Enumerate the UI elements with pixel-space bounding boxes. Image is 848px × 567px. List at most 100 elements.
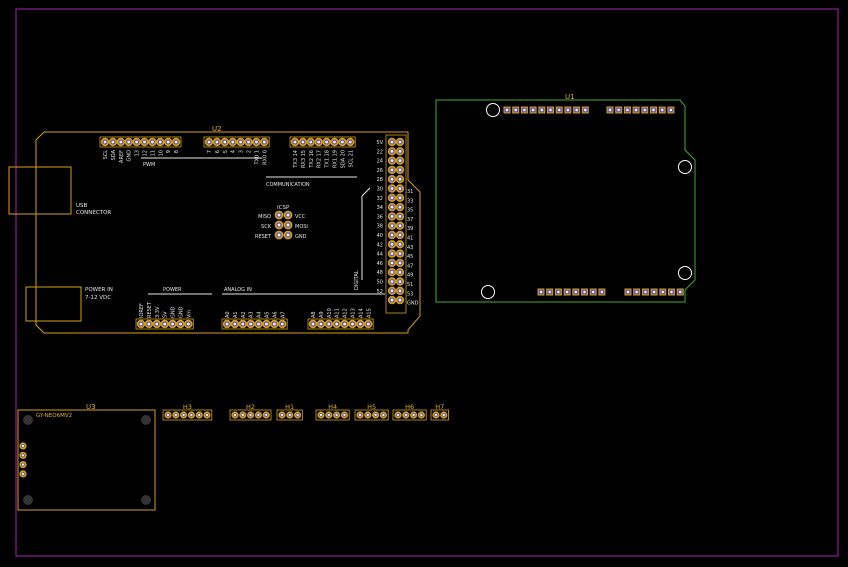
header-h7[interactable]: H7: [430, 403, 450, 421]
icsp-pin[interactable]: [283, 210, 293, 220]
header-pin[interactable]: [332, 319, 341, 329]
digital-pin[interactable]: [395, 240, 405, 249]
u1-pad[interactable]: [650, 288, 658, 296]
digital-pin[interactable]: [395, 193, 405, 203]
header-pin[interactable]: [306, 137, 315, 147]
u1-pad[interactable]: [512, 106, 520, 114]
header-pin[interactable]: [222, 319, 232, 329]
header-pin[interactable]: [239, 411, 247, 419]
header-pin[interactable]: [260, 137, 269, 147]
header-pin[interactable]: [440, 411, 448, 419]
icsp-pin[interactable]: [283, 230, 293, 240]
header-pin[interactable]: [100, 137, 110, 147]
u1-pad[interactable]: [573, 106, 581, 114]
u1-pad[interactable]: [546, 288, 554, 296]
icsp-pin[interactable]: [274, 220, 284, 230]
header-pin[interactable]: [286, 411, 294, 419]
header-pin[interactable]: [314, 137, 323, 147]
digital-pin[interactable]: [387, 156, 397, 165]
digital-pin[interactable]: [395, 156, 405, 165]
u1-pad[interactable]: [650, 106, 657, 114]
header-pin[interactable]: [160, 319, 169, 329]
header-h5[interactable]: H5: [354, 403, 389, 421]
u3-pin-header[interactable]: [19, 442, 27, 478]
u3-pin[interactable]: [19, 442, 27, 450]
header-pin[interactable]: [164, 137, 173, 147]
header-pin[interactable]: [394, 411, 402, 419]
header-pin[interactable]: [132, 137, 141, 147]
digital-pin[interactable]: [387, 202, 397, 212]
header-pin[interactable]: [144, 319, 154, 329]
header-pin[interactable]: [338, 137, 347, 147]
u1-pad[interactable]: [658, 106, 666, 114]
digital-pin[interactable]: [387, 286, 397, 295]
u1-pad[interactable]: [538, 106, 546, 114]
u3-pin[interactable]: [19, 461, 27, 469]
u1-pad[interactable]: [554, 288, 562, 296]
header-pin[interactable]: [330, 137, 339, 147]
u1-pad[interactable]: [547, 106, 554, 114]
digital-pin[interactable]: [387, 137, 397, 147]
digital-pin[interactable]: [387, 175, 397, 184]
header-pin[interactable]: [148, 137, 157, 147]
header-pin[interactable]: [364, 411, 372, 419]
header-h2[interactable]: H2: [229, 403, 272, 421]
digital-pin[interactable]: [395, 175, 405, 184]
header-pin[interactable]: [410, 411, 418, 419]
digital-pin[interactable]: [387, 221, 397, 230]
digital-pin[interactable]: [395, 137, 405, 147]
header-pin[interactable]: [316, 319, 326, 329]
icsp-pin[interactable]: [274, 210, 284, 220]
header-h1[interactable]: H1: [276, 403, 303, 421]
digital-pin[interactable]: [395, 221, 405, 230]
digital-pin[interactable]: [387, 240, 397, 249]
header-pin[interactable]: [348, 319, 357, 329]
header-pin[interactable]: [372, 411, 380, 419]
header-pin[interactable]: [346, 137, 355, 147]
header-pin[interactable]: [324, 319, 333, 329]
digital-pin[interactable]: [387, 193, 397, 203]
icsp-pin[interactable]: [283, 220, 293, 230]
header-pin[interactable]: [325, 411, 333, 419]
header-pin[interactable]: [164, 411, 172, 419]
digital-pin[interactable]: [387, 268, 397, 277]
u1-pad[interactable]: [641, 106, 649, 114]
header-pin[interactable]: [278, 319, 287, 329]
header-pin[interactable]: [333, 411, 341, 419]
header-pin[interactable]: [116, 137, 126, 147]
digital-pin[interactable]: [395, 258, 405, 268]
header-pin[interactable]: [294, 411, 302, 419]
header-pin[interactable]: [195, 411, 203, 419]
digital-pin[interactable]: [387, 165, 397, 175]
header-pin[interactable]: [230, 319, 240, 329]
header-pin[interactable]: [168, 319, 177, 329]
header-pin[interactable]: [247, 411, 255, 419]
header-pin[interactable]: [172, 411, 180, 419]
u1-shield[interactable]: U1: [435, 93, 696, 303]
header-pin[interactable]: [212, 137, 222, 147]
header-pin[interactable]: [270, 319, 279, 329]
digital-pin[interactable]: [395, 184, 405, 193]
u3-pin[interactable]: [19, 451, 27, 459]
header-pin[interactable]: [220, 137, 230, 147]
u1-pad[interactable]: [632, 106, 640, 114]
header-pin[interactable]: [290, 137, 300, 147]
header-pin[interactable]: [180, 411, 188, 419]
header-pin[interactable]: [432, 411, 440, 419]
digital-pin[interactable]: [395, 295, 405, 305]
digital-pin[interactable]: [387, 249, 397, 258]
u3-gps-module[interactable]: U3 GY-NEO6MV2: [17, 403, 156, 511]
header-pin[interactable]: [156, 137, 165, 147]
header-pin[interactable]: [203, 411, 211, 419]
header-pin[interactable]: [231, 411, 239, 419]
header-pin[interactable]: [356, 411, 364, 419]
digital-pin[interactable]: [387, 295, 397, 305]
u1-pad[interactable]: [589, 288, 597, 296]
u1-pad[interactable]: [564, 106, 572, 114]
digital-pin[interactable]: [395, 286, 405, 295]
u1-pad[interactable]: [668, 288, 675, 296]
header-pin[interactable]: [340, 319, 349, 329]
u3-pin[interactable]: [19, 470, 27, 478]
u1-pad[interactable]: [633, 288, 641, 296]
u1-pad[interactable]: [615, 106, 623, 114]
